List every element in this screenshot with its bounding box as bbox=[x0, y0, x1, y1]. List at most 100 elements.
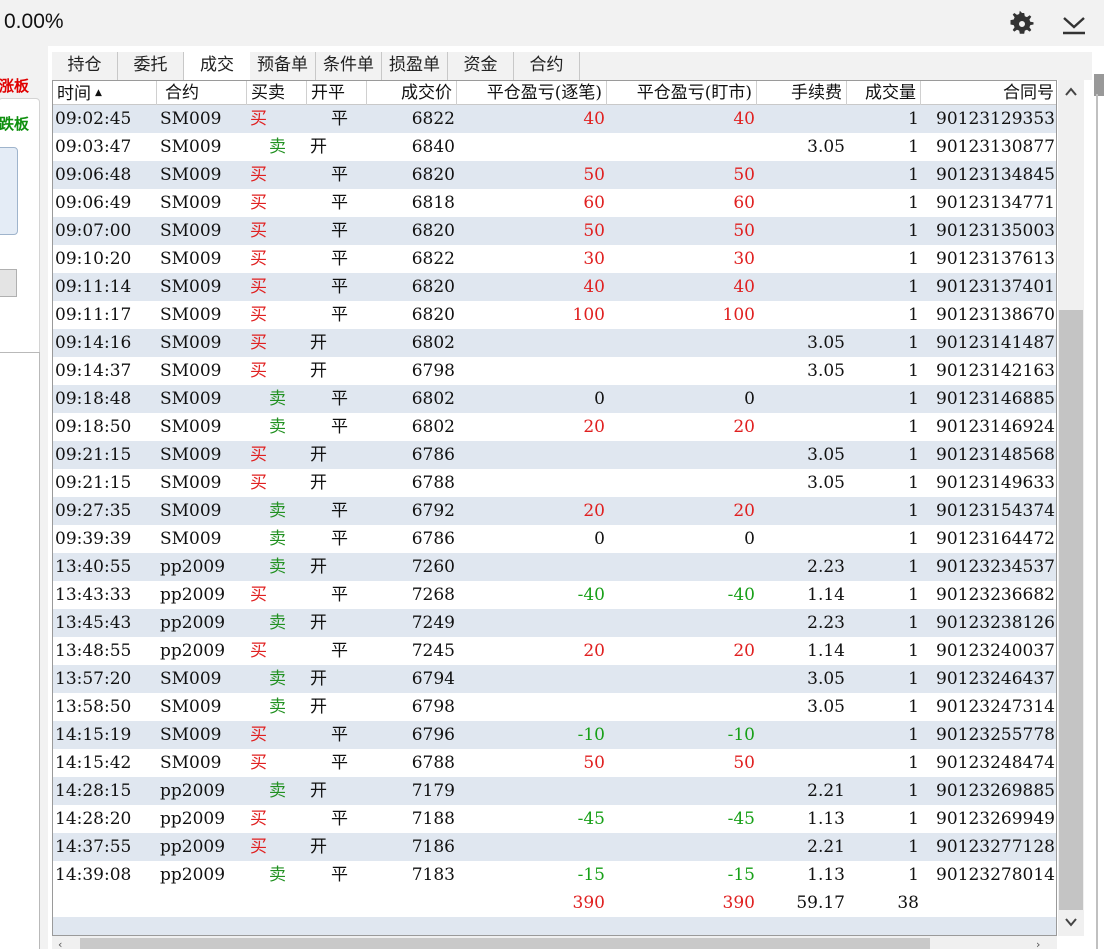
pnl-mtm-cell: 40 bbox=[733, 277, 755, 297]
pnl-trade-cell: 100 bbox=[572, 305, 605, 325]
tab-funds[interactable]: 资金 bbox=[448, 52, 514, 80]
volume-cell: 1 bbox=[908, 109, 919, 129]
table-row[interactable]: 09:06:48 SM009 买 平 6820 50 50 1 90123134845 bbox=[53, 161, 1056, 189]
contract-id-cell: 90123248474 bbox=[936, 753, 1055, 773]
price-cell: 6788 bbox=[411, 473, 455, 493]
col-volume[interactable]: 成交量 bbox=[847, 81, 921, 105]
time-cell: 13:57:20 bbox=[55, 669, 132, 689]
tab-trades[interactable]: 成交 bbox=[184, 52, 250, 80]
tab-contracts[interactable]: 合约 bbox=[514, 52, 580, 80]
vertical-scrollbar[interactable] bbox=[1058, 80, 1084, 936]
open-close-cell: 平 bbox=[331, 725, 348, 745]
chevron-down-icon[interactable] bbox=[1064, 914, 1078, 928]
table-row[interactable]: 09:11:17 SM009 买 平 6820 100 100 1 90123138670 bbox=[53, 301, 1056, 329]
horizontal-scrollbar[interactable]: ‹ › bbox=[52, 936, 1057, 949]
table-row[interactable]: 09:14:37 SM009 买 开 6798 3.05 1 90123142163 bbox=[53, 357, 1056, 385]
col-fee[interactable]: 手续费 bbox=[757, 81, 847, 105]
side-cell: 卖 bbox=[269, 137, 286, 157]
side-cell: 买 bbox=[250, 249, 267, 269]
table-row[interactable]: 14:15:19 SM009 买 平 6796 -10 -10 1 90123255778 bbox=[53, 721, 1056, 749]
col-open-close[interactable]: 开平 bbox=[307, 81, 367, 105]
side-cell: 买 bbox=[250, 165, 267, 185]
table-row[interactable]: 13:48:55 pp2009 买 平 7245 20 20 1.14 1 90123240037 bbox=[53, 637, 1056, 665]
pnl-mtm-cell: 60 bbox=[733, 193, 755, 213]
contract-id-cell: 90123278014 bbox=[936, 865, 1055, 885]
open-close-cell: 平 bbox=[331, 417, 348, 437]
table-row[interactable]: 13:40:55 pp2009 卖 开 7260 2.23 1 90123234537 bbox=[53, 553, 1056, 581]
tab-stop-orders[interactable]: 损盈单 bbox=[382, 52, 448, 80]
price-cell: 7183 bbox=[411, 865, 455, 885]
table-row[interactable]: 09:39:39 SM009 卖 平 6786 0 0 1 90123164472 bbox=[53, 525, 1056, 553]
pnl-trade-cell: 50 bbox=[583, 753, 605, 773]
side-cell: 买 bbox=[250, 333, 267, 353]
table-row[interactable]: 14:15:42 SM009 买 平 6788 50 50 1 90123248474 bbox=[53, 749, 1056, 777]
table-row[interactable]: 09:14:16 SM009 买 开 6802 3.05 1 90123141487 bbox=[53, 329, 1056, 357]
contract-id-cell: 90123135003 bbox=[936, 221, 1055, 241]
limit-up-label: 涨板 bbox=[0, 77, 30, 95]
side-cell: 卖 bbox=[269, 417, 286, 437]
pnl-trade-cell: 60 bbox=[583, 193, 605, 213]
chevron-right-icon[interactable]: › bbox=[1036, 938, 1040, 949]
tab-conditional-orders[interactable]: 条件单 bbox=[316, 52, 382, 80]
pnl-mtm-cell: 20 bbox=[733, 641, 755, 661]
table-row[interactable]: 13:45:43 pp2009 卖 开 7249 2.23 1 90123238126 bbox=[53, 609, 1056, 637]
chevron-left-icon[interactable]: ‹ bbox=[58, 938, 62, 949]
small-button[interactable] bbox=[0, 269, 17, 297]
scrollbar-thumb[interactable] bbox=[1059, 310, 1083, 910]
contract-id-cell: 90123236682 bbox=[936, 585, 1055, 605]
scrollbar-thumb[interactable] bbox=[80, 938, 930, 949]
limit-down-label: 跌板 bbox=[0, 115, 30, 133]
table-row[interactable]: 09:06:49 SM009 买 平 6818 60 60 1 90123134771 bbox=[53, 189, 1056, 217]
price-cell: 6820 bbox=[411, 165, 455, 185]
col-side[interactable]: 买卖 bbox=[247, 81, 307, 105]
table-row[interactable]: 09:10:20 SM009 买 平 6822 30 30 1 90123137613 bbox=[53, 245, 1056, 273]
open-close-cell: 开 bbox=[310, 333, 327, 353]
table-row[interactable]: 09:18:50 SM009 卖 平 6802 20 20 1 90123146924 bbox=[53, 413, 1056, 441]
table-row[interactable]: 09:18:48 SM009 卖 平 6802 0 0 1 90123146885 bbox=[53, 385, 1056, 413]
time-cell: 09:18:48 bbox=[55, 389, 132, 409]
collapse-down-icon[interactable] bbox=[1060, 10, 1088, 38]
table-row[interactable]: 13:43:33 pp2009 买 平 7268 -40 -40 1.14 1 901232366… bbox=[53, 581, 1056, 609]
col-time[interactable]: 时间 ▲ bbox=[53, 81, 157, 105]
tab-orders[interactable]: 委托 bbox=[118, 52, 184, 80]
table-row[interactable]: 09:21:15 SM009 买 开 6786 3.05 1 90123148568 bbox=[53, 441, 1056, 469]
open-close-cell: 平 bbox=[331, 809, 348, 829]
side-cell: 买 bbox=[250, 641, 267, 661]
table-row[interactable]: 14:39:08 pp2009 卖 平 7183 -15 -15 1.13 1 901232780… bbox=[53, 861, 1056, 889]
tab-positions[interactable]: 持仓 bbox=[52, 52, 118, 80]
col-pnl-mtm[interactable]: 平仓盈亏(盯市) bbox=[607, 81, 757, 105]
table-row[interactable]: 09:03:47 SM009 卖 开 6840 3.05 1 90123130877 bbox=[53, 133, 1056, 161]
table-row[interactable]: 14:37:55 pp2009 买 开 7186 2.21 1 90123277128 bbox=[53, 833, 1056, 861]
fee-cell bbox=[757, 273, 847, 301]
col-price[interactable]: 成交价 bbox=[367, 81, 457, 105]
table-row[interactable]: 09:11:14 SM009 买 平 6820 40 40 1 90123137401 bbox=[53, 273, 1056, 301]
open-close-cell: 开 bbox=[310, 697, 327, 717]
pnl-mtm-cell bbox=[607, 441, 757, 469]
table-row[interactable]: 14:28:15 pp2009 卖 开 7179 2.21 1 90123269885 bbox=[53, 777, 1056, 805]
open-close-cell: 开 bbox=[310, 613, 327, 633]
tab-prepared-orders[interactable]: 预备单 bbox=[250, 52, 316, 80]
gear-icon[interactable] bbox=[1008, 10, 1036, 38]
table-row[interactable]: 09:27:35 SM009 卖 平 6792 20 20 1 90123154374 bbox=[53, 497, 1056, 525]
col-contract-id[interactable]: 合同号 bbox=[921, 81, 1056, 105]
table-row[interactable]: 09:21:15 SM009 买 开 6788 3.05 1 90123149633 bbox=[53, 469, 1056, 497]
order-button[interactable] bbox=[0, 147, 18, 235]
open-close-cell: 开 bbox=[310, 669, 327, 689]
time-cell: 14:15:42 bbox=[55, 753, 132, 773]
fee-cell bbox=[757, 161, 847, 189]
col-pnl-trade[interactable]: 平仓盈亏(逐笔) bbox=[457, 81, 607, 105]
col-contract[interactable]: 合约 bbox=[157, 81, 247, 105]
table-row[interactable]: 13:58:50 SM009 卖 开 6798 3.05 1 90123247314 bbox=[53, 693, 1056, 721]
table-row[interactable]: 09:07:00 SM009 买 平 6820 50 50 1 90123135003 bbox=[53, 217, 1056, 245]
chevron-up-icon[interactable] bbox=[1064, 84, 1078, 98]
time-cell: 13:43:33 bbox=[55, 585, 132, 605]
price-cell: 6798 bbox=[411, 697, 455, 717]
table-row[interactable]: 13:57:20 SM009 卖 开 6794 3.05 1 90123246437 bbox=[53, 665, 1056, 693]
open-close-cell: 开 bbox=[310, 361, 327, 381]
time-cell: 09:11:17 bbox=[55, 305, 132, 325]
pnl-mtm-cell bbox=[607, 469, 757, 497]
table-row[interactable]: 14:28:20 pp2009 买 平 7188 -45 -45 1.13 1 901232699… bbox=[53, 805, 1056, 833]
contract-id-cell: 90123247314 bbox=[936, 697, 1055, 717]
fee-cell: 3.05 bbox=[807, 669, 845, 689]
table-row[interactable]: 09:02:45 SM009 买 平 6822 40 40 1 90123129353 bbox=[53, 105, 1056, 133]
